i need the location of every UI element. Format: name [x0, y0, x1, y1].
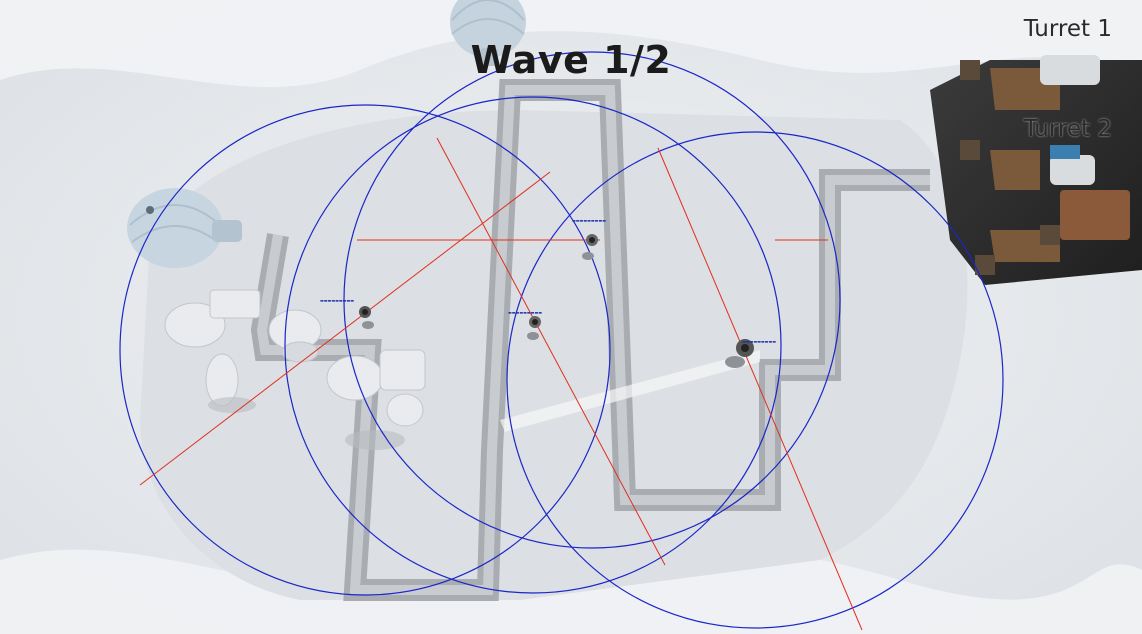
- svg-text:▬▬▬▬▬▬▬▬▬: ▬▬▬▬▬▬▬▬▬: [320, 298, 354, 303]
- turret-1-button[interactable]: Turret 1: [1024, 16, 1112, 42]
- svg-text:▬▬▬▬▬▬▬▬▬: ▬▬▬▬▬▬▬▬▬: [508, 310, 542, 315]
- wave-counter: Wave 1/2: [470, 38, 672, 82]
- game-scene[interactable]: ▬▬▬▬▬▬▬▬▬ ▬▬▬▬▬▬▬▬▬ ▬▬▬▬▬▬▬▬▬ ▬▬▬▬▬▬▬▬▬: [0, 0, 1142, 634]
- turret-2-button[interactable]: Turret 2: [1024, 116, 1112, 142]
- castle-base: [930, 55, 1142, 285]
- svg-text:▬▬▬▬▬▬▬▬▬: ▬▬▬▬▬▬▬▬▬: [742, 339, 776, 344]
- svg-text:▬▬▬▬▬▬▬▬▬: ▬▬▬▬▬▬▬▬▬: [572, 218, 606, 223]
